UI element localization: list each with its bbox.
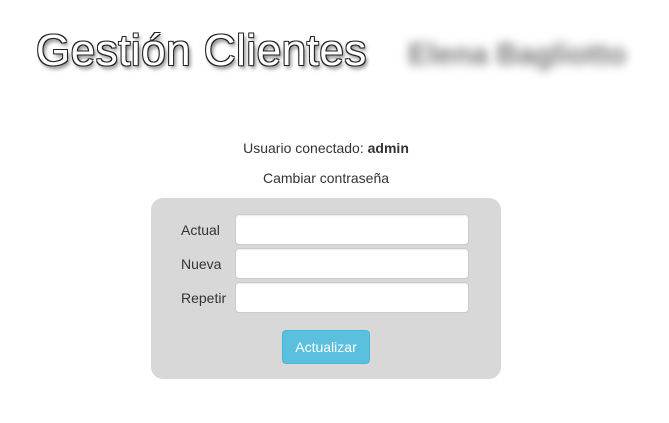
current-password-input[interactable] <box>235 214 469 245</box>
new-password-input[interactable] <box>235 248 469 279</box>
new-password-row: Nueva <box>151 248 501 281</box>
update-button[interactable]: Actualizar <box>282 330 370 364</box>
new-password-label: Nueva <box>181 256 222 272</box>
logged-user-prefix: Usuario conectado: <box>243 140 364 156</box>
logged-username: admin <box>367 140 409 156</box>
app-title: Gestión Clientes <box>36 26 367 75</box>
current-password-row: Actual <box>151 214 501 247</box>
blurred-owner-name: Elena Bagliotto <box>408 38 627 71</box>
repeat-password-input[interactable] <box>235 282 469 313</box>
page: Gestión Clientes Elena Bagliotto Usuario… <box>0 0 669 423</box>
repeat-password-row: Repetir <box>151 282 501 315</box>
change-password-title: Cambiar contraseña <box>262 170 390 186</box>
logged-user-line: Usuario conectado: admin <box>0 140 652 156</box>
change-password-form: Actual Nueva Repetir Actualizar <box>151 198 501 379</box>
current-password-label: Actual <box>181 222 220 238</box>
repeat-password-label: Repetir <box>181 290 227 306</box>
